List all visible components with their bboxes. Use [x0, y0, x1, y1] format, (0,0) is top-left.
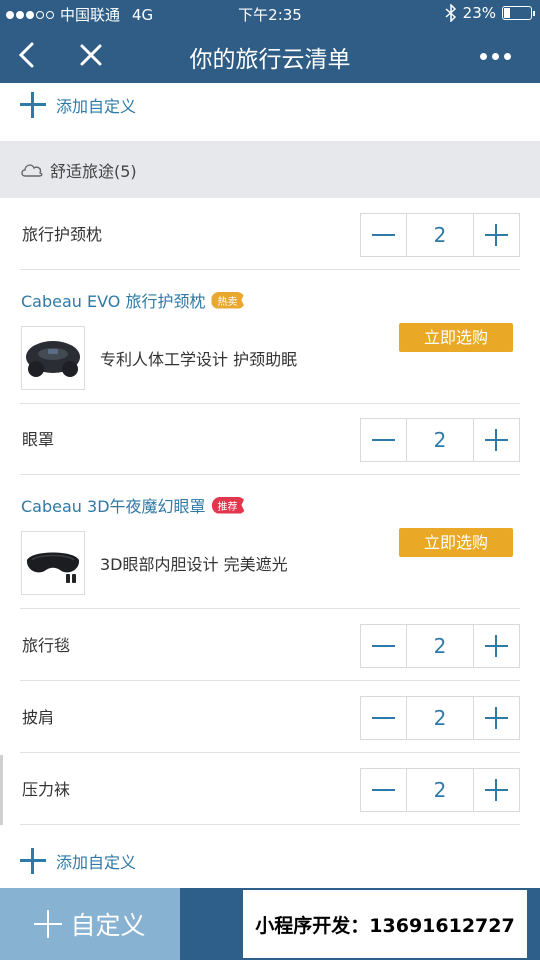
product-name-row: Cabeau 3D午夜魔幻眼罩 推荐 — [21, 493, 246, 517]
hot-badge: 热卖 — [211, 291, 246, 309]
quantity-value: 2 — [406, 625, 474, 667]
product-card[interactable]: Cabeau 3D午夜魔幻眼罩 推荐 3D眼部内胆设计 完美遮光 立即选购 — [0, 475, 540, 609]
plus-button[interactable] — [474, 697, 519, 739]
add-custom-bottom[interactable]: 添加自定义 — [0, 838, 540, 884]
buy-now-button[interactable]: 立即选购 — [399, 528, 513, 557]
product-name[interactable]: Cabeau EVO 旅行护颈枕 — [21, 288, 205, 312]
item-name: 披肩 — [22, 708, 55, 727]
quantity-value: 2 — [406, 214, 474, 256]
buy-now-button[interactable]: 立即选购 — [399, 323, 513, 352]
plus-button[interactable] — [474, 625, 519, 667]
quantity-stepper: 2 — [360, 768, 520, 812]
product-description: 3D眼部内胆设计 完美遮光 — [100, 555, 288, 574]
recommended-badge: 推荐 — [211, 496, 246, 514]
battery-percent: 23% — [462, 4, 496, 22]
plus-button[interactable] — [474, 769, 519, 811]
list-item: 压力袜 2 — [0, 754, 540, 825]
custom-button-label: 自定义 — [70, 911, 146, 940]
quantity-stepper: 2 — [360, 624, 520, 668]
list-item: 披肩 2 — [0, 682, 540, 753]
status-bar: 中国联通 4G 下午2:35 23% — [0, 0, 540, 28]
section-title: 舒适旅途(5) — [50, 161, 137, 181]
nav-bar: 你的旅行云清单 — [0, 28, 540, 83]
product-name-row: Cabeau EVO 旅行护颈枕 热卖 — [21, 288, 246, 312]
more-dots-icon[interactable] — [480, 42, 520, 70]
quantity-stepper: 2 — [360, 213, 520, 257]
quantity-value: 2 — [406, 419, 474, 461]
scroll-edge — [0, 755, 3, 825]
divider — [20, 680, 520, 681]
system-indicators: 23% — [445, 4, 535, 22]
cloud-icon — [21, 163, 43, 177]
plus-button[interactable] — [474, 214, 519, 256]
item-name: 旅行护颈枕 — [22, 225, 103, 244]
minus-button[interactable] — [361, 769, 406, 811]
eye-mask-image — [26, 552, 80, 583]
plus-icon — [20, 848, 46, 874]
page-title: 你的旅行云清单 — [189, 47, 351, 73]
divider — [20, 608, 520, 609]
minus-button[interactable] — [361, 419, 406, 461]
add-custom-label: 添加自定义 — [56, 97, 137, 116]
product-image[interactable] — [21, 326, 85, 390]
section-header[interactable]: 舒适旅途(5) — [0, 141, 540, 198]
item-name: 旅行毯 — [22, 636, 71, 655]
product-card[interactable]: Cabeau EVO 旅行护颈枕 热卖 专利人体工学设计 护颈助眠 立即选购 — [0, 270, 540, 404]
item-name: 压力袜 — [22, 780, 71, 799]
add-custom-top[interactable]: 添加自定义 — [0, 82, 540, 128]
divider — [20, 824, 520, 825]
add-custom-label: 添加自定义 — [56, 853, 137, 872]
list-item: 旅行护颈枕 2 — [0, 199, 540, 270]
minus-button[interactable] — [361, 214, 406, 256]
minus-button[interactable] — [361, 625, 406, 667]
quantity-value: 2 — [406, 697, 474, 739]
quantity-stepper: 2 — [360, 696, 520, 740]
list-item: 眼罩 2 — [0, 404, 540, 475]
plus-button[interactable] — [474, 419, 519, 461]
list-item: 旅行毯 2 — [0, 610, 540, 681]
quantity-value: 2 — [406, 769, 474, 811]
product-name[interactable]: Cabeau 3D午夜魔幻眼罩 — [21, 493, 206, 517]
watermark-text: 小程序开发：13691612727 — [243, 890, 527, 958]
plus-icon — [20, 92, 46, 118]
neck-pillow-image — [26, 341, 80, 377]
divider — [20, 752, 520, 753]
bluetooth-icon — [445, 4, 456, 22]
product-image[interactable] — [21, 531, 85, 595]
minus-button[interactable] — [361, 697, 406, 739]
battery-icon — [502, 6, 535, 20]
custom-button[interactable]: 自定义 — [0, 888, 180, 960]
plus-icon — [34, 910, 63, 938]
quantity-stepper: 2 — [360, 418, 520, 462]
item-name: 眼罩 — [22, 430, 55, 449]
product-description: 专利人体工学设计 护颈助眠 — [100, 350, 298, 369]
